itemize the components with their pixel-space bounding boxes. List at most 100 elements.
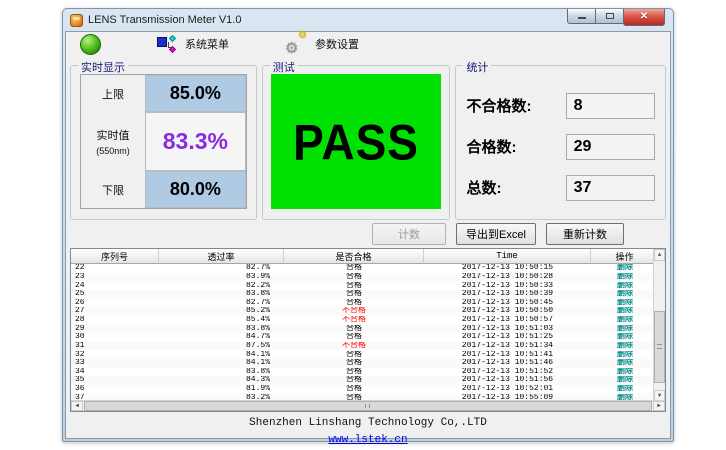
header-status[interactable]: 是否合格: [284, 249, 424, 264]
cell-serial: 29: [71, 325, 159, 333]
delete-link[interactable]: 删除: [591, 333, 659, 341]
cell-time: 2017-12-13 10:51:52: [424, 368, 591, 376]
count-button[interactable]: 计数: [372, 223, 446, 245]
delete-link[interactable]: 删除: [591, 273, 659, 281]
header-rate[interactable]: 透过率: [159, 249, 284, 264]
header-action[interactable]: 操作: [591, 249, 659, 264]
cell-time: 2017-12-13 10:50:45: [424, 299, 591, 307]
cell-status: 合格: [284, 273, 424, 281]
delete-link[interactable]: 删除: [591, 342, 659, 350]
table-row: 3284.1%合格2017-12-13 10:51:41删除: [71, 350, 659, 359]
scroll-up-arrow-icon[interactable]: ▲: [654, 249, 665, 261]
cell-rate: 82.2%: [159, 282, 284, 290]
param-settings-label: 参数设置: [315, 36, 359, 52]
cell-rate: 85.2%: [159, 307, 284, 315]
delete-link[interactable]: 删除: [591, 351, 659, 359]
cell-serial: 34: [71, 368, 159, 376]
cell-serial: 30: [71, 333, 159, 341]
system-menu-button[interactable]: 系统菜单: [157, 36, 229, 52]
window-title: LENS Transmission Meter V1.0: [88, 14, 241, 26]
cell-time: 2017-12-13 10:51:41: [424, 351, 591, 359]
status-led-icon: [80, 34, 101, 55]
table-row: 3681.9%合格2017-12-13 10:52:01删除: [71, 385, 659, 394]
delete-link[interactable]: 删除: [591, 282, 659, 290]
cell-status: 不合格: [284, 342, 424, 350]
table-row: 2983.8%合格2017-12-13 10:51:03删除: [71, 324, 659, 333]
delete-link[interactable]: 删除: [591, 376, 659, 384]
cell-time: 2017-12-13 10:52:01: [424, 385, 591, 393]
header-serial[interactable]: 序列号: [71, 249, 159, 264]
title-bar[interactable]: LENS Transmission Meter V1.0 ✕: [63, 9, 673, 31]
stats-list: 不合格数: 8 合格数: 29 总数: 37: [456, 66, 665, 219]
stat-row-pass: 合格数: 29: [466, 133, 655, 160]
delete-link[interactable]: 删除: [591, 325, 659, 333]
cell-rate: 84.1%: [159, 351, 284, 359]
total-count-value: 37: [566, 175, 655, 201]
param-settings-button[interactable]: ⚙⚙ 参数设置: [285, 35, 359, 53]
cell-status: 合格: [284, 264, 424, 272]
fail-count-value: 8: [566, 93, 655, 119]
horizontal-scrollbar[interactable]: ◀ ▶: [71, 400, 665, 411]
scroll-right-arrow-icon[interactable]: ▶: [653, 401, 665, 411]
cell-rate: 83.8%: [159, 368, 284, 376]
table-row: 3084.7%合格2017-12-13 10:51:25删除: [71, 333, 659, 342]
cell-rate: 83.9%: [159, 273, 284, 281]
lower-limit-value: 80.0%: [145, 171, 246, 208]
cell-serial: 32: [71, 351, 159, 359]
cell-status: 合格: [284, 282, 424, 290]
cell-time: 2017-12-13 10:50:57: [424, 316, 591, 324]
delete-link[interactable]: 删除: [591, 299, 659, 307]
delete-link[interactable]: 删除: [591, 316, 659, 324]
table-row: 3384.1%合格2017-12-13 10:51:46删除: [71, 359, 659, 368]
maximize-button[interactable]: [596, 9, 623, 24]
table-row: 3584.3%合格2017-12-13 10:51:56删除: [71, 376, 659, 385]
table-row: 2885.4%不合格2017-12-13 10:50:57删除: [71, 316, 659, 325]
stats-panel: 统计 不合格数: 8 合格数: 29 总数: 37: [455, 65, 666, 220]
cell-rate: 82.7%: [159, 299, 284, 307]
cell-rate: 84.7%: [159, 333, 284, 341]
horizontal-scroll-thumb[interactable]: [84, 401, 652, 411]
cell-serial: 24: [71, 282, 159, 290]
delete-link[interactable]: 删除: [591, 264, 659, 272]
cell-rate: 84.3%: [159, 376, 284, 384]
table-header: 序列号 透过率 是否合格 Time 操作: [71, 249, 659, 264]
delete-link[interactable]: 删除: [591, 368, 659, 376]
delete-link[interactable]: 删除: [591, 385, 659, 393]
client-area: 系统菜单 ⚙⚙ 参数设置 实时显示 上限 85.0% 实时值: [65, 31, 671, 439]
stat-row-total: 总数: 37: [466, 174, 655, 201]
system-menu-label: 系统菜单: [185, 36, 229, 52]
close-button[interactable]: ✕: [623, 9, 665, 26]
cell-rate: 83.8%: [159, 290, 284, 298]
vertical-scroll-thumb[interactable]: [654, 311, 665, 383]
website-link[interactable]: www.lstek.cn: [328, 434, 407, 446]
header-time[interactable]: Time: [424, 249, 591, 264]
cell-serial: 31: [71, 342, 159, 350]
current-value-label: 实时值 (550nm): [81, 112, 145, 171]
delete-link[interactable]: 删除: [591, 290, 659, 298]
fail-count-label: 不合格数:: [466, 95, 565, 116]
cell-status: 合格: [284, 325, 424, 333]
cell-time: 2017-12-13 10:50:50: [424, 307, 591, 315]
company-name: Shenzhen Linshang Technology Co,.LTD: [66, 417, 670, 429]
cell-serial: 23: [71, 273, 159, 281]
delete-link[interactable]: 删除: [591, 307, 659, 315]
table-row: 2482.2%合格2017-12-13 10:50:33删除: [71, 281, 659, 290]
wavelength-label: (550nm): [96, 146, 130, 156]
cell-status: 不合格: [284, 307, 424, 315]
gears-icon: ⚙⚙: [285, 35, 305, 53]
cell-status: 合格: [284, 368, 424, 376]
delete-link[interactable]: 删除: [591, 359, 659, 367]
table-body: 2282.7%合格2017-12-13 10:50:15删除2383.9%合格2…: [71, 264, 659, 402]
vertical-scrollbar[interactable]: ▲ ▼: [653, 249, 665, 402]
cell-time: 2017-12-13 10:50:28: [424, 273, 591, 281]
export-excel-button[interactable]: 导出到Excel: [456, 223, 536, 245]
cell-serial: 28: [71, 316, 159, 324]
cell-serial: 35: [71, 376, 159, 384]
pass-count-value: 29: [566, 134, 655, 160]
window-controls: ✕: [567, 9, 665, 26]
upper-limit-label: 上限: [81, 75, 145, 112]
recount-button[interactable]: 重新计数: [546, 223, 624, 245]
cell-serial: 22: [71, 264, 159, 272]
scroll-left-arrow-icon[interactable]: ◀: [71, 401, 83, 411]
minimize-button[interactable]: [567, 9, 596, 24]
